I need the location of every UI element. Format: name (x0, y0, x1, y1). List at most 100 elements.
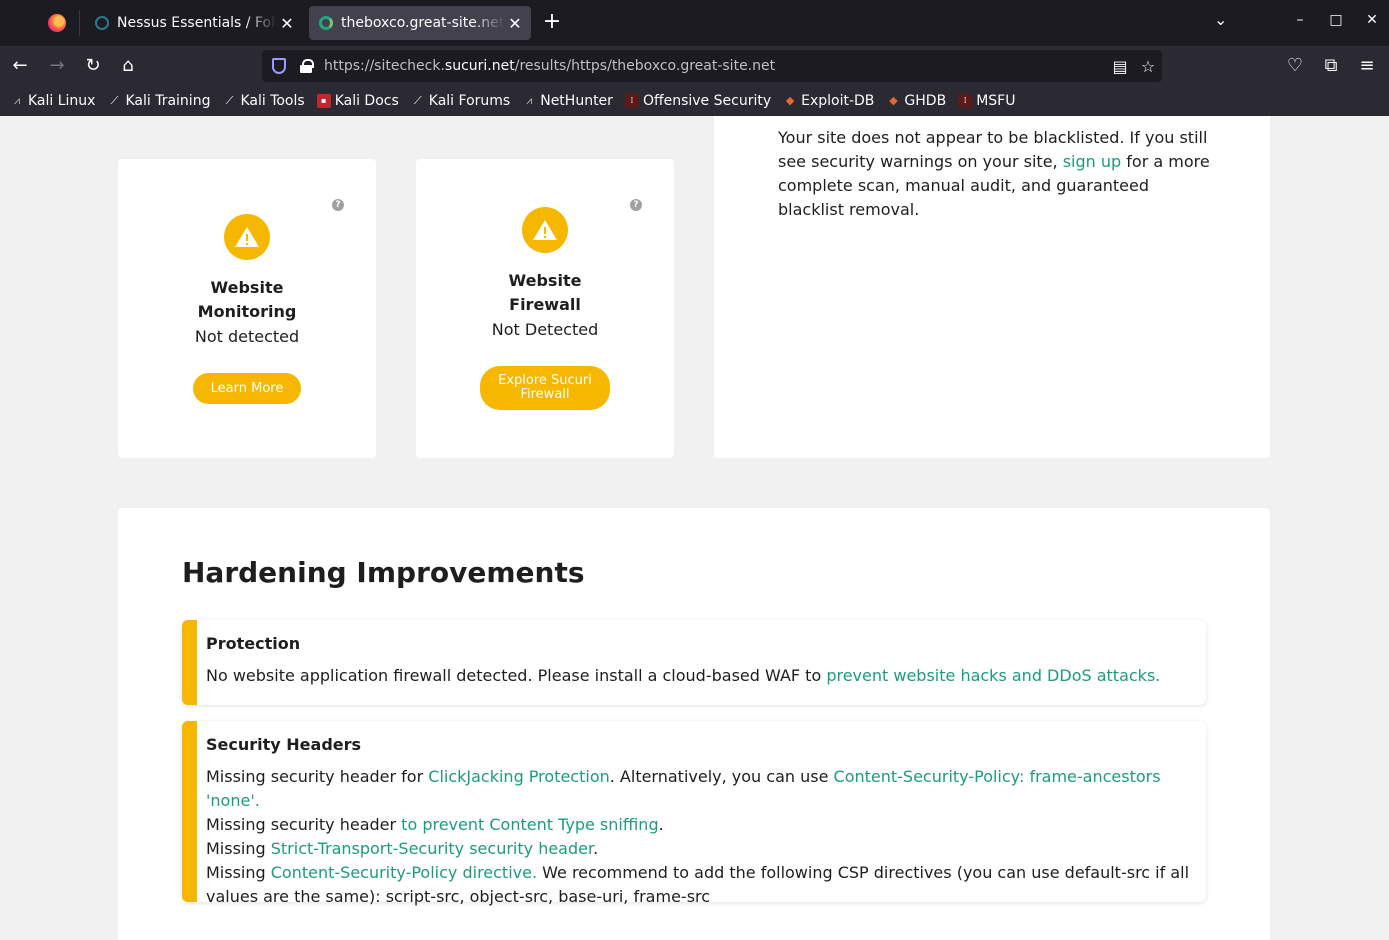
back-arrow-icon[interactable]: ← (8, 54, 32, 78)
website-monitoring-card: ? Website Monitoring Not detected Learn … (118, 159, 376, 458)
bookmark-label: Kali Docs (334, 93, 399, 109)
warning-icon (522, 207, 568, 253)
card-title: Website Firewall (508, 271, 582, 314)
kali-knife-icon: ⟋ (110, 94, 119, 107)
bookmark-ghdb[interactable]: ◆ GHDB (886, 93, 946, 109)
extensions-icon[interactable]: ⧉ (1319, 54, 1343, 78)
tab-nessus[interactable]: Nessus Essentials / Folders ✕ (85, 6, 303, 40)
new-tab-button[interactable]: + (540, 10, 564, 34)
bookmark-kali-tools[interactable]: ⟋ Kali Tools (222, 93, 305, 109)
home-icon[interactable]: ⌂ (116, 54, 140, 78)
issue-line: Missing Strict-Transport-Security securi… (206, 837, 1196, 861)
url-prefix: https://sitecheck. (324, 58, 445, 74)
bookmark-label: Kali Training (125, 93, 211, 109)
bookmark-label: Kali Tools (240, 93, 305, 109)
tab-separator (79, 10, 80, 36)
blacklist-card: Your site does not appear to be blacklis… (714, 116, 1270, 458)
bookmarks-bar: ⩘ Kali Linux ⟋ Kali Training ⟋ Kali Tools ▪… (0, 86, 1389, 116)
bookmark-star-icon[interactable]: ☆ (1134, 57, 1162, 76)
help-icon[interactable]: ? (332, 199, 344, 211)
issue-text: . (658, 815, 664, 834)
tab-sitecheck[interactable]: theboxco.great-site.net - Sucuri SiteChe… (309, 6, 531, 40)
protection-issue: Protection No website application firewa… (182, 620, 1206, 705)
learn-more-button[interactable]: Learn More (193, 373, 301, 404)
section-title: Hardening Improvements (182, 556, 585, 589)
reader-view-icon[interactable]: ▤ (1106, 57, 1134, 76)
bookmark-label: GHDB (904, 93, 947, 109)
bookmark-label: Kali Forums (428, 93, 511, 109)
tab-bar: Nessus Essentials / Folders ✕ theboxco.g… (0, 0, 1389, 46)
minimize-icon[interactable]: – (1290, 12, 1310, 28)
warning-icon (224, 214, 270, 260)
card-status: Not Detected (491, 320, 599, 339)
bookmark-label: Exploit-DB (801, 93, 875, 109)
explore-firewall-button[interactable]: Explore Sucuri Firewall (480, 366, 610, 410)
clickjacking-link[interactable]: ClickJacking Protection (428, 767, 609, 786)
tab-title: Nessus Essentials / Folders (117, 15, 277, 31)
close-icon[interactable]: ✕ (505, 14, 525, 33)
forward-arrow-icon[interactable]: → (45, 54, 69, 78)
sign-up-link[interactable]: sign up (1063, 152, 1121, 171)
bookmark-msfu[interactable]: ⁞ MSFU (958, 93, 1015, 109)
help-icon[interactable]: ? (630, 199, 642, 211)
kali-dragon-icon: ⩘ (526, 94, 533, 107)
url-bar[interactable]: https://sitecheck.sucuri.net/results/htt… (262, 50, 1162, 82)
blacklist-text: Your site does not appear to be blacklis… (778, 126, 1218, 222)
tracking-protection-icon[interactable] (272, 58, 286, 74)
page-content: ? Website Monitoring Not detected Learn … (0, 116, 1389, 940)
waf-link[interactable]: prevent website hacks and DDoS attacks. (826, 666, 1160, 685)
close-icon[interactable]: ✕ (277, 14, 297, 33)
bookmark-nethunter[interactable]: ⩘ NetHunter (522, 93, 613, 109)
menu-icon[interactable]: ≡ (1355, 54, 1379, 78)
issue-text: Missing security header (206, 815, 402, 834)
chevron-down-icon[interactable]: ⌄ (1214, 10, 1227, 29)
card-status: Not detected (194, 327, 300, 346)
tab-title: theboxco.great-site.net - Sucuri SiteChe… (341, 15, 505, 31)
kali-dragon-icon: ⩘ (13, 94, 21, 107)
content-type-sniffing-link[interactable]: to prevent Content Type sniffing (401, 815, 658, 834)
hsts-link[interactable]: Strict-Transport-Security security heade… (271, 839, 593, 858)
issue-text: No website application firewall detected… (206, 666, 827, 685)
sucuri-favicon-icon (319, 16, 333, 30)
issue-text: Missing (206, 839, 271, 858)
issue-title: Protection (206, 634, 301, 653)
close-window-icon[interactable]: ✕ (1362, 12, 1382, 28)
reload-icon[interactable]: ↻ (81, 54, 105, 78)
exploit-db-icon: ◆ (785, 94, 795, 107)
kali-docs-icon: ▪ (316, 94, 331, 108)
bookmark-kali-training[interactable]: ⟋ Kali Training (107, 93, 211, 109)
issue-text: . Alternatively, you can use (609, 767, 834, 786)
hardening-improvements-card: Hardening Improvements Protection No web… (118, 508, 1270, 940)
website-firewall-card: ? Website Firewall Not Detected Explore … (416, 159, 674, 458)
pocket-icon[interactable]: ♡ (1283, 54, 1307, 78)
url-text[interactable]: https://sitecheck.sucuri.net/results/htt… (324, 58, 1106, 74)
bookmark-kali-forums[interactable]: ⟋ Kali Forums (411, 93, 510, 109)
bookmark-kali-docs[interactable]: ▪ Kali Docs (316, 93, 399, 109)
csp-directive-link[interactable]: Content-Security-Policy directive. (271, 863, 537, 882)
bookmark-offensive-security[interactable]: ⁞ Offensive Security (624, 93, 772, 109)
bookmark-label: Kali Linux (28, 93, 96, 109)
lock-icon[interactable] (300, 59, 314, 73)
bookmark-label: NetHunter (540, 93, 613, 109)
bookmark-exploit-db[interactable]: ◆ Exploit-DB (783, 93, 875, 109)
nessus-favicon-icon (95, 16, 109, 30)
kali-knife-icon: ⟋ (225, 94, 234, 107)
issue-line: Missing security header for ClickJacking… (206, 765, 1196, 813)
issue-line: No website application firewall detected… (206, 664, 1196, 688)
firefox-icon[interactable] (48, 14, 66, 32)
issue-text: Missing security header for (206, 767, 429, 786)
navigation-bar: ← → ↻ ⌂ https://sitecheck.sucuri.net/res… (0, 46, 1389, 86)
ghdb-icon: ◆ (889, 94, 898, 107)
issue-text: . (593, 839, 599, 858)
offsec-icon: ⁞ (624, 94, 639, 108)
offsec-icon: ⁞ (958, 94, 973, 108)
url-host: sucuri.net (444, 58, 515, 74)
maximize-icon[interactable]: □ (1326, 12, 1346, 28)
kali-knife-icon: ⟋ (413, 94, 422, 107)
security-headers-issue: Security Headers Missing security header… (182, 721, 1206, 906)
bookmark-kali-linux[interactable]: ⩘ Kali Linux (10, 93, 96, 109)
issue-line: Missing security header to prevent Conte… (206, 813, 1196, 837)
bookmark-label: Offensive Security (642, 93, 772, 109)
bookmark-label: MSFU (976, 93, 1016, 109)
card-title: Website Monitoring (197, 278, 297, 321)
